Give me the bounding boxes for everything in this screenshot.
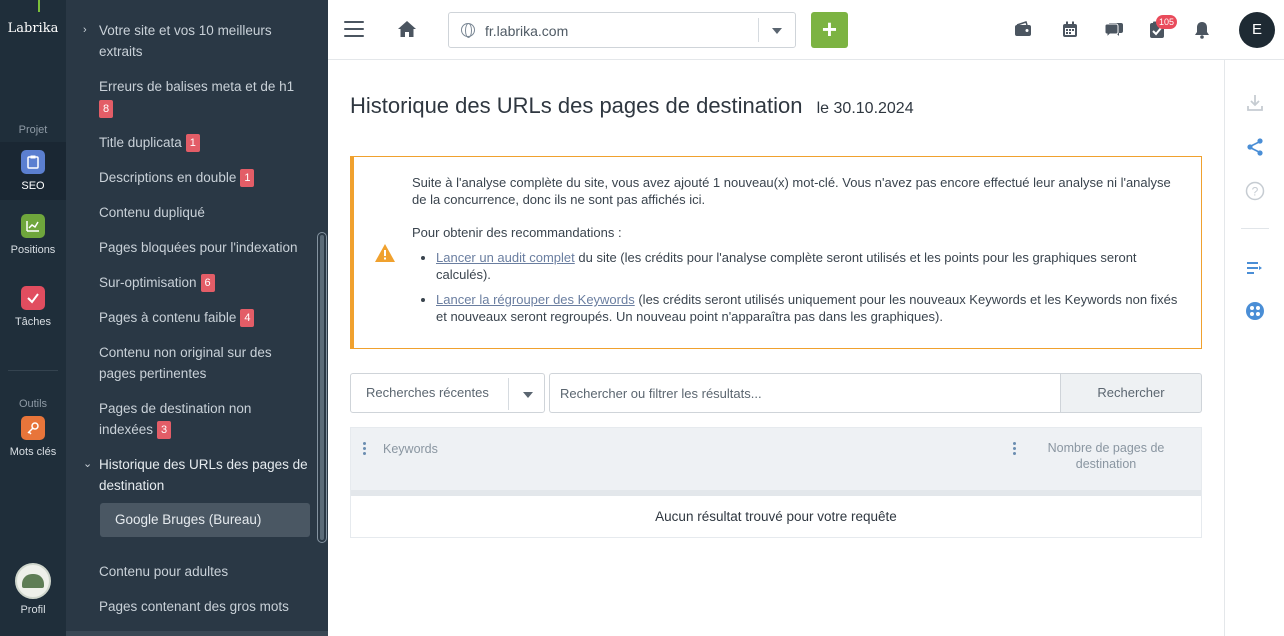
page-title: Historique des URLs des pages de destina… <box>350 93 914 119</box>
logo-accent <box>38 0 40 12</box>
calendar-icon[interactable] <box>1062 21 1080 39</box>
scrollbar-thumb[interactable] <box>320 235 324 540</box>
recent-searches-dropdown[interactable]: Recherches récentes <box>350 373 545 413</box>
main-content: Historique des URLs des pages de destina… <box>328 60 1224 636</box>
count-badge: 6 <box>200 274 215 293</box>
chevron-down-icon: ⌄ <box>83 458 93 470</box>
site-url: fr.labrika.com <box>485 23 569 39</box>
user-avatar[interactable]: E <box>1239 12 1275 48</box>
add-button[interactable]: + <box>811 12 848 48</box>
right-toolbar: ? <box>1224 60 1284 636</box>
site-selector[interactable]: fr.labrika.com <box>448 12 796 48</box>
alert-body: Suite à l'analyse complète du site, vous… <box>412 174 1182 333</box>
chevron-right-icon: › <box>83 24 87 36</box>
rail-item-positions[interactable]: Positions <box>0 214 66 256</box>
count-badge: 1 <box>185 134 200 153</box>
recent-searches-label: Recherches récentes <box>366 385 489 400</box>
share-icon[interactable] <box>1245 137 1265 157</box>
page-title-text: Historique des URLs des pages de destina… <box>350 93 803 118</box>
column-header-pages[interactable]: Nombre de pages de destination <box>1031 440 1181 472</box>
top-bar: fr.labrika.com + 105 E <box>328 0 1284 60</box>
wallet-icon[interactable] <box>1014 21 1032 39</box>
svg-text:?: ? <box>1252 185 1259 199</box>
home-icon[interactable] <box>397 20 417 40</box>
warning-icon <box>374 243 396 268</box>
toolbar-divider <box>1241 228 1269 229</box>
rail-item-label: Tâches <box>14 316 52 328</box>
submenu-item[interactable]: Contenu dupliqué <box>99 202 309 223</box>
rail-divider <box>8 370 58 371</box>
submenu-item[interactable]: Pages de destination non indexées 3 <box>99 398 309 440</box>
search-button[interactable]: Rechercher <box>1060 373 1202 413</box>
count-badge: 3 <box>157 421 172 440</box>
dropdown-divider <box>508 378 509 410</box>
submenu-item[interactable]: › Votre site et vos 10 meilleurs extrait… <box>83 20 309 62</box>
rail-item-mots-cles[interactable]: Mots clés <box>0 416 66 458</box>
submenu-bottom-strip <box>66 631 328 636</box>
page-date: le 30.10.2024 <box>816 100 914 117</box>
help-icon[interactable]: ? <box>1245 181 1265 201</box>
count-badge: 1 <box>240 169 255 188</box>
globe-icon <box>461 23 475 38</box>
submenu-item[interactable]: Pages bloquées pour l'indexation <box>99 237 309 258</box>
submenu-item[interactable]: Descriptions en double 1 <box>99 167 309 188</box>
palette-icon[interactable] <box>1245 301 1265 321</box>
chart-icon <box>21 214 45 238</box>
caret-down-icon[interactable] <box>772 28 782 34</box>
selector-divider <box>758 18 759 42</box>
chat-icon[interactable] <box>1104 21 1123 39</box>
submenu-item[interactable]: Contenu non original sur des pages perti… <box>99 342 309 384</box>
alert-paragraph: Suite à l'analyse complète du site, vous… <box>412 175 1171 207</box>
rail-item-taches[interactable]: Tâches <box>0 286 66 328</box>
table-header: Keywords Nombre de pages de destination <box>351 428 1201 490</box>
submenu-subitem-active[interactable]: Google Bruges (Bureau) <box>100 503 310 537</box>
alert-list-item: Lancer un audit complet du site (les cré… <box>436 249 1182 283</box>
list-icon[interactable] <box>1245 258 1265 278</box>
bell-icon[interactable] <box>1194 21 1212 39</box>
caret-down-icon[interactable] <box>523 392 533 398</box>
warning-alert: Suite à l'analyse complète du site, vous… <box>350 156 1202 349</box>
run-audit-link[interactable]: Lancer un audit complet <box>436 250 575 265</box>
section-label-tools: Outils <box>18 398 48 410</box>
seo-submenu: › Votre site et vos 10 meilleurs extrait… <box>66 0 328 636</box>
search-input[interactable] <box>549 373 1061 413</box>
alert-paragraph: Pour obtenir des recommandations : <box>412 225 622 240</box>
submenu-item[interactable]: Contenu pour adultes <box>99 561 309 582</box>
count-badge: 8 <box>99 100 114 119</box>
submenu-item[interactable]: Pages à contenu faible 4 <box>99 307 309 328</box>
rail-item-seo[interactable]: SEO <box>0 142 66 200</box>
submenu-item[interactable]: Sur-optimisation 6 <box>99 272 309 293</box>
submenu-item[interactable]: Title duplicata 1 <box>99 132 309 153</box>
icon-rail: Labrika Projet SEO Positions Tâches Outi… <box>0 0 66 636</box>
alert-list: Lancer un audit complet du site (les cré… <box>436 249 1182 325</box>
profile-avatar[interactable] <box>15 563 51 599</box>
profile-label[interactable]: Profil <box>0 604 66 616</box>
count-badge: 4 <box>240 309 255 328</box>
rail-item-label: SEO <box>21 180 45 192</box>
regroup-keywords-link[interactable]: Lancer la régrouper des Keywords <box>436 292 635 307</box>
column-menu-icon[interactable] <box>1013 442 1017 456</box>
section-label-project: Projet <box>18 124 48 136</box>
rail-item-label: Positions <box>10 244 56 256</box>
check-icon <box>21 286 45 310</box>
submenu-scrollbar[interactable] <box>317 232 327 543</box>
key-icon <box>21 416 45 440</box>
submenu-item-current[interactable]: ⌄ Historique des URLs des pages de desti… <box>83 454 309 496</box>
avatar-image <box>22 574 44 588</box>
table-header-strip <box>351 490 1201 496</box>
download-icon[interactable] <box>1245 93 1265 113</box>
column-menu-icon[interactable] <box>363 442 367 456</box>
rail-item-label: Mots clés <box>9 446 57 458</box>
menu-icon[interactable] <box>344 21 364 37</box>
submenu-item[interactable]: Pages contenant des gros mots <box>99 596 309 617</box>
empty-state-message: Aucun résultat trouvé pour votre requête <box>655 509 897 524</box>
column-header-keywords[interactable]: Keywords <box>383 442 438 456</box>
submenu-item[interactable]: Erreurs de balises meta et de h1 8 <box>99 76 309 119</box>
clipboard-icon <box>21 150 45 174</box>
alert-list-item: Lancer la régrouper des Keywords (les cr… <box>436 291 1182 325</box>
results-table: Keywords Nombre de pages de destination … <box>350 427 1202 538</box>
logo[interactable]: Labrika <box>0 21 66 36</box>
notification-count-badge: 105 <box>1156 15 1178 29</box>
